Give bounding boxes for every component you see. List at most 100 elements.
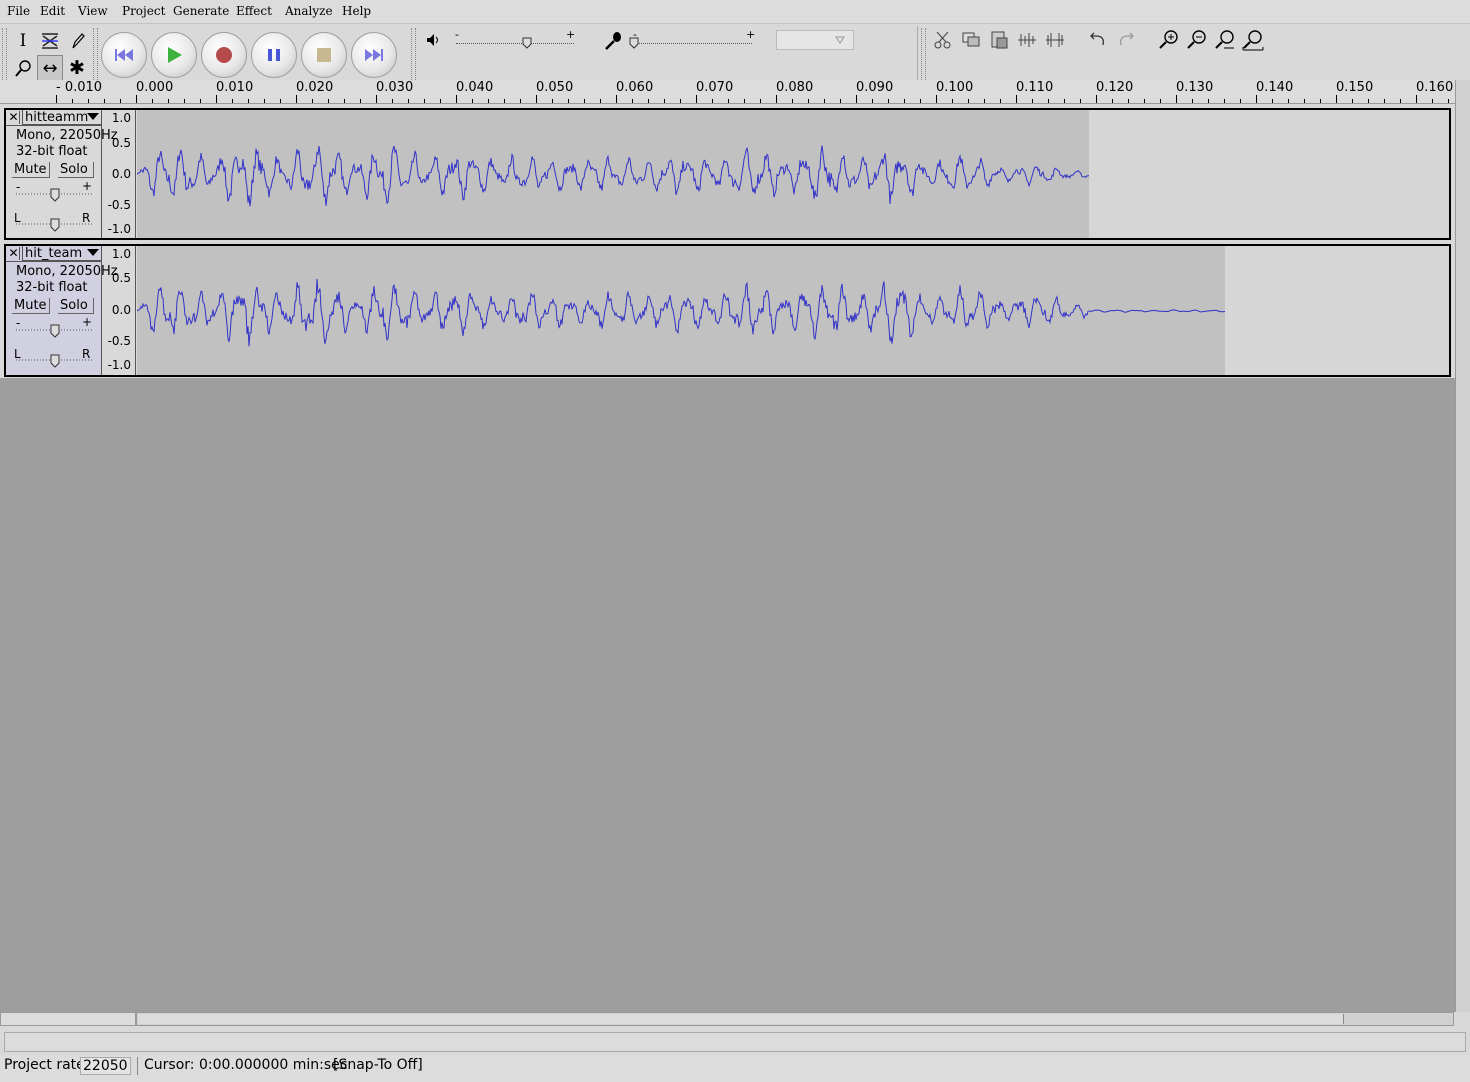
audio-track[interactable]: ✕ hit_team Mono, 22050Hz 32-bit float Mu… xyxy=(4,244,1451,377)
scroll-corner xyxy=(0,1012,136,1026)
input-max-label: + xyxy=(746,28,756,41)
menu-file[interactable]: File xyxy=(7,4,30,18)
stop-icon xyxy=(317,48,331,62)
ruler-label: 0.120 xyxy=(1096,80,1134,95)
toolbar-grip[interactable] xyxy=(411,28,416,80)
input-source-dropdown[interactable] xyxy=(776,30,854,50)
ruler-minor-tick xyxy=(1272,99,1273,103)
input-volume-slider[interactable] xyxy=(634,43,752,44)
ruler-minor-tick xyxy=(1240,99,1241,103)
ruler-minor-tick xyxy=(232,99,233,103)
fit-project-button[interactable] xyxy=(1240,28,1266,52)
toolbar-grip[interactable] xyxy=(2,28,7,80)
ruler-minor-tick xyxy=(168,99,169,103)
mute-button[interactable]: Mute xyxy=(12,162,50,178)
waveform-clip[interactable] xyxy=(136,110,1090,238)
waveform-clip[interactable] xyxy=(136,246,1226,375)
pan-slider[interactable] xyxy=(14,352,94,368)
ruler-label: 0.080 xyxy=(776,80,814,95)
skip-start-button[interactable] xyxy=(101,32,147,78)
ruler-major-tick xyxy=(456,95,457,103)
zoom-out-button[interactable] xyxy=(1184,28,1210,52)
mute-button[interactable]: Mute xyxy=(12,298,50,314)
track-control-panel: ✕ hitteamm Mono, 22050Hz 32-bit float Mu… xyxy=(6,110,118,238)
timeshift-tool-button[interactable]: ↔ xyxy=(37,55,63,81)
ruler-minor-tick xyxy=(920,99,921,103)
multi-tool-button[interactable]: ✱ xyxy=(64,55,90,81)
ruler-minor-tick xyxy=(200,99,201,103)
output-volume-thumb[interactable] xyxy=(522,37,532,49)
ruler-minor-tick xyxy=(600,99,601,103)
ruler-major-tick xyxy=(216,95,217,103)
skip-end-button[interactable] xyxy=(351,32,397,78)
ruler-minor-tick xyxy=(1064,99,1065,103)
silence-icon xyxy=(1046,33,1064,47)
ruler-minor-tick xyxy=(328,99,329,103)
project-rate-value[interactable]: 22050 xyxy=(80,1057,131,1075)
paste-button[interactable] xyxy=(986,28,1012,52)
gain-slider[interactable] xyxy=(14,186,94,202)
input-volume-thumb[interactable] xyxy=(629,37,639,49)
audio-track[interactable]: ✕ hitteamm Mono, 22050Hz 32-bit float Mu… xyxy=(4,108,1451,240)
menu-project[interactable]: Project xyxy=(122,4,165,18)
ruler-minor-tick xyxy=(1352,99,1353,103)
draw-tool-button[interactable] xyxy=(64,28,90,54)
ruler-minor-tick xyxy=(1144,99,1145,103)
selection-tool-button[interactable]: I xyxy=(10,28,36,54)
menu-analyze[interactable]: Analyze xyxy=(285,4,333,18)
solo-button[interactable]: Solo xyxy=(58,162,94,178)
skip-start-icon xyxy=(115,49,133,61)
silence-button[interactable] xyxy=(1042,28,1068,52)
redo-button[interactable] xyxy=(1113,28,1139,52)
zoom-tool-button[interactable] xyxy=(10,55,36,81)
zoom-out-icon xyxy=(1187,30,1206,49)
track-name-menu[interactable]: hit_team xyxy=(22,246,102,261)
envelope-icon xyxy=(42,33,58,49)
cursor-position-label: Cursor: 0:00.000000 min:sec xyxy=(144,1057,348,1073)
pause-button[interactable] xyxy=(251,32,297,78)
toolbar-grip[interactable] xyxy=(921,28,926,80)
ruler-minor-tick xyxy=(488,99,489,103)
output-volume-slider[interactable] xyxy=(456,43,574,44)
zoom-in-button[interactable] xyxy=(1156,28,1182,52)
track-name-menu[interactable]: hitteamm xyxy=(22,110,102,125)
fit-selection-button[interactable] xyxy=(1212,28,1238,52)
project-rate-label: Project rate: xyxy=(4,1057,90,1073)
record-button[interactable] xyxy=(201,32,247,78)
horizontal-scroll-thumb[interactable] xyxy=(138,1014,1344,1024)
menu-edit[interactable]: Edit xyxy=(40,4,65,18)
pause-icon xyxy=(268,49,280,61)
menu-help[interactable]: Help xyxy=(342,4,371,18)
close-track-button[interactable]: ✕ xyxy=(8,111,20,124)
ruler-major-tick xyxy=(616,95,617,103)
menu-generate[interactable]: Generate xyxy=(173,4,229,18)
ruler-minor-tick xyxy=(760,99,761,103)
envelope-tool-button[interactable] xyxy=(37,28,63,54)
ruler-label: 0.150 xyxy=(1336,80,1374,95)
play-button[interactable] xyxy=(151,32,197,78)
empty-workspace[interactable] xyxy=(0,378,1455,1012)
undo-button[interactable] xyxy=(1085,28,1111,52)
gain-slider[interactable] xyxy=(14,322,94,338)
ruler-minor-tick xyxy=(744,99,745,103)
ruler-major-tick xyxy=(936,95,937,103)
solo-button[interactable]: Solo xyxy=(58,298,94,314)
copy-button[interactable] xyxy=(958,28,984,52)
copy-icon xyxy=(962,32,980,47)
menu-view[interactable]: View xyxy=(78,4,108,18)
close-track-button[interactable]: ✕ xyxy=(8,247,20,260)
toolbar-grip[interactable] xyxy=(93,28,98,80)
trim-button[interactable] xyxy=(1014,28,1040,52)
cut-button[interactable] xyxy=(930,28,956,52)
speaker-icon xyxy=(427,34,438,46)
stop-button[interactable] xyxy=(301,32,347,78)
menu-effect[interactable]: Effect xyxy=(236,4,272,18)
pan-slider[interactable] xyxy=(14,216,94,232)
track-header: ✕ hit_team xyxy=(6,246,102,262)
ruler-minor-tick xyxy=(1208,99,1209,103)
vertical-scrollbar[interactable] xyxy=(1455,80,1470,1012)
horizontal-scrollbar[interactable] xyxy=(136,1012,1454,1026)
ruler-label: 0.160 xyxy=(1416,80,1454,95)
time-ruler[interactable]: - 0.010 0.000 0.010 0.020 0.030 0.040 0.050 0.0… xyxy=(0,80,1455,104)
ruler-minor-tick xyxy=(1432,99,1433,103)
